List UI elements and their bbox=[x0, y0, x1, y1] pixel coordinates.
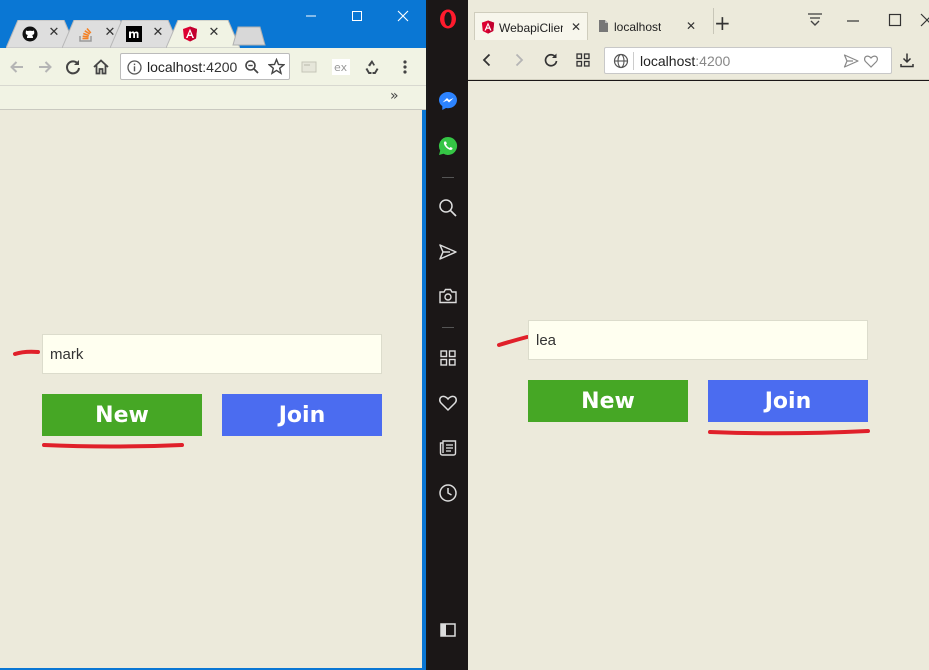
search-icon[interactable] bbox=[436, 196, 460, 220]
page-icon bbox=[596, 19, 610, 33]
opera-tab-localhost[interactable]: localhost ✕ bbox=[590, 12, 708, 40]
address-divider bbox=[633, 52, 634, 70]
close-window-button[interactable] bbox=[916, 10, 929, 30]
tab-close-icon[interactable]: ✕ bbox=[150, 25, 166, 41]
address-url: localhost:4200 bbox=[147, 59, 238, 75]
chrome-browser-window: ✕ ✕ ✕ ✕ localhost:4200 ex » mark New Joi… bbox=[0, 0, 426, 670]
chrome-address-bar[interactable]: localhost:4200 bbox=[120, 53, 290, 80]
new-button[interactable]: New bbox=[528, 380, 688, 422]
messenger-icon[interactable] bbox=[436, 89, 460, 113]
download-icon[interactable] bbox=[896, 49, 918, 71]
sidebar-divider bbox=[442, 327, 454, 328]
opera-sidebar bbox=[428, 0, 468, 670]
angular-icon bbox=[481, 20, 495, 34]
info-icon[interactable] bbox=[127, 60, 142, 75]
name-input[interactable]: mark bbox=[42, 334, 382, 374]
recycle-icon[interactable] bbox=[361, 56, 383, 78]
name-input[interactable]: lea bbox=[528, 320, 868, 360]
bookmarks-overflow-chevron[interactable]: » bbox=[390, 88, 399, 104]
opera-page-content: lea New Join bbox=[468, 81, 929, 670]
heart-icon[interactable] bbox=[863, 53, 879, 69]
home-icon[interactable] bbox=[90, 56, 112, 78]
tab-menu-icon[interactable] bbox=[804, 10, 826, 30]
opera-navigation-bar: localhost:4200 bbox=[468, 40, 929, 80]
new-button[interactable]: New bbox=[42, 394, 202, 436]
camera-icon[interactable] bbox=[436, 284, 460, 308]
annotation-mark bbox=[497, 335, 529, 347]
annotation-mark bbox=[13, 349, 40, 356]
new-tab-button[interactable]: + bbox=[714, 11, 731, 35]
chrome-bookmarks-bar: » bbox=[0, 86, 426, 110]
github-icon bbox=[22, 26, 38, 42]
opera-address-bar[interactable]: localhost:4200 bbox=[604, 47, 892, 74]
stackoverflow-icon bbox=[78, 26, 94, 42]
maximize-button[interactable] bbox=[334, 0, 380, 32]
close-window-button[interactable] bbox=[380, 0, 426, 32]
annotation-underline bbox=[708, 429, 870, 436]
join-button[interactable]: Join bbox=[222, 394, 382, 436]
forward-icon[interactable] bbox=[34, 56, 56, 78]
opera-tab-webapiclient-active[interactable]: WebapiClien ✕ bbox=[474, 12, 588, 40]
extension-ex-icon[interactable]: ex bbox=[330, 56, 352, 78]
reload-icon[interactable] bbox=[62, 56, 84, 78]
chrome-new-tab-button[interactable] bbox=[230, 20, 266, 48]
extension-card-icon[interactable] bbox=[298, 56, 320, 78]
name-input-value: lea bbox=[536, 331, 557, 349]
sidebar-toggle-icon[interactable] bbox=[436, 618, 460, 642]
maximize-button[interactable] bbox=[884, 10, 906, 30]
bookmark-star-icon[interactable] bbox=[268, 58, 285, 75]
tab-close-icon[interactable]: ✕ bbox=[686, 19, 696, 33]
whatsapp-icon[interactable] bbox=[436, 134, 460, 158]
address-url: localhost:4200 bbox=[640, 53, 731, 69]
minimize-button[interactable] bbox=[842, 10, 864, 30]
minimize-button[interactable] bbox=[288, 0, 334, 32]
join-button[interactable]: Join bbox=[708, 380, 868, 422]
tab-close-icon[interactable]: ✕ bbox=[46, 25, 62, 41]
back-icon[interactable] bbox=[6, 56, 28, 78]
speed-dial-icon[interactable] bbox=[436, 346, 460, 370]
tab-close-icon[interactable]: ✕ bbox=[571, 20, 581, 34]
send-flow-icon[interactable] bbox=[436, 240, 460, 264]
heart-icon[interactable] bbox=[436, 391, 460, 415]
history-clock-icon[interactable] bbox=[436, 481, 460, 505]
zoom-icon[interactable] bbox=[244, 59, 260, 75]
menu-kebab-icon[interactable] bbox=[394, 56, 416, 78]
chrome-tab-strip: ✕ ✕ ✕ ✕ bbox=[0, 0, 426, 48]
reload-icon[interactable] bbox=[540, 49, 562, 71]
tab-close-icon[interactable]: ✕ bbox=[206, 25, 222, 41]
m-logo-icon bbox=[126, 26, 142, 42]
annotation-underline bbox=[42, 443, 184, 449]
sidebar-divider bbox=[442, 177, 454, 178]
back-icon[interactable] bbox=[476, 49, 498, 71]
opera-logo-icon[interactable] bbox=[436, 7, 460, 31]
speed-dial-icon[interactable] bbox=[572, 49, 594, 71]
chrome-toolbar: localhost:4200 ex bbox=[0, 48, 426, 86]
news-icon[interactable] bbox=[436, 436, 460, 460]
globe-icon bbox=[613, 53, 629, 69]
tab-title: localhost bbox=[614, 20, 662, 34]
chrome-tab-angular-active[interactable]: ✕ bbox=[166, 20, 240, 48]
tab-title: WebapiClien bbox=[499, 21, 563, 35]
send-icon[interactable] bbox=[843, 53, 859, 69]
opera-browser-window: WebapiClien ✕ localhost ✕ + localhost:42… bbox=[428, 0, 929, 670]
forward-icon[interactable] bbox=[508, 49, 530, 71]
chrome-page-content: mark New Join bbox=[0, 110, 422, 668]
angular-icon bbox=[182, 26, 198, 42]
svg-text:ex: ex bbox=[334, 61, 348, 74]
opera-tab-bar: WebapiClien ✕ localhost ✕ + bbox=[468, 0, 929, 40]
window-border bbox=[422, 110, 426, 670]
name-input-value: mark bbox=[50, 345, 84, 363]
